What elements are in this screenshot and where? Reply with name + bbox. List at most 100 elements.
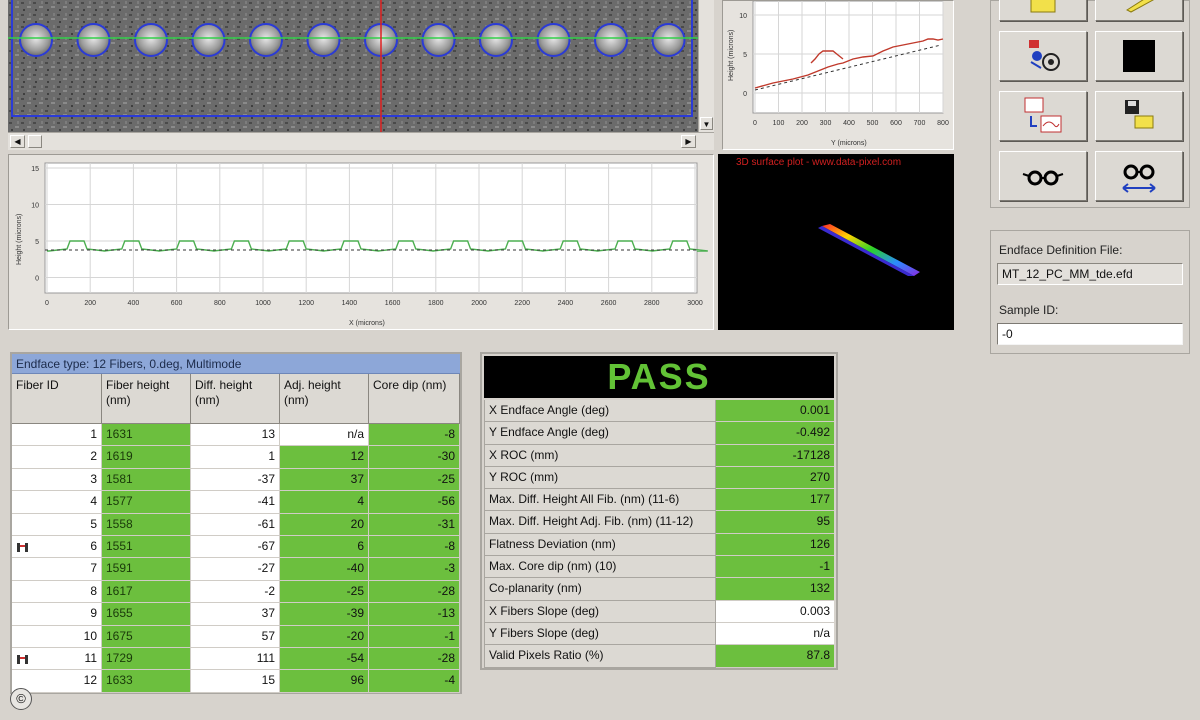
diff-height-cell: -37 [191,468,280,492]
core-dip-cell-value: -1 [444,628,455,643]
fiber-id-cell-value: 12 [83,673,97,688]
x-chart-x-tick: 2600 [601,300,617,307]
core-dip-cell: -3 [369,558,460,581]
x-chart-x-tick: 2000 [471,300,487,307]
fiber-core-marker[interactable] [19,23,53,57]
diff-height-cell: -27 [191,558,280,581]
fiber-height-cell-value: 1633 [106,673,133,688]
scroll-left-icon[interactable]: ◀ [10,135,25,148]
diff-height-cell-value: -27 [257,561,275,576]
x-chart-x-tick: 0 [45,300,49,307]
column-header-core-dip[interactable]: Core dip (nm) [369,374,460,423]
surface-plot-3d[interactable]: 3D surface plot - www.data-pixel.com [718,154,954,330]
result-row: Co-planarity (nm) 132 [484,578,834,601]
fiber-core-marker[interactable] [536,23,571,57]
camera-horizontal-scrollbar[interactable]: ◀ ▶ [8,132,714,150]
adj-height-cell: n/a [280,424,369,447]
adj-height-cell: 37 [280,468,369,492]
sample-id-label: Sample ID: [999,303,1059,317]
core-dip-cell-value: -28 [437,650,455,665]
result-label: Flatness Deviation (nm) [484,533,717,557]
table-row[interactable]: 10 1675 57 -20 -1 [12,625,460,648]
x-chart-x-tick: 2400 [558,300,574,307]
core-dip-cell-value: -31 [437,516,455,531]
x-chart-y-tick: 10 [31,203,39,210]
diff-height-cell-value: 111 [256,650,275,665]
column-header-diff-height[interactable]: Diff. height (nm) [191,374,280,423]
column-header-fiber-height[interactable]: Fiber height (nm) [102,374,191,423]
fiber-id-cell-value: 3 [90,471,97,486]
x-chart-x-tick: 600 [171,300,183,307]
table-row[interactable]: 2 1619 1 12 -30 [12,446,460,469]
fiber-height-cell-value: 1655 [106,606,133,621]
x-chart-x-tick: 1800 [428,300,444,307]
column-header-fiber-id[interactable]: Fiber ID [12,374,102,423]
y-chart-x-tick: 600 [890,120,902,127]
table-row[interactable]: 4 1577 -41 4 -56 [12,491,460,514]
x-chart-x-tick: 3000 [687,300,703,307]
results-panel: PASS X Endface Angle (deg) 0.001 Y Endface… [480,352,838,670]
core-dip-cell: -28 [369,580,460,604]
diff-height-cell: 15 [191,670,280,693]
table-row[interactable]: 6 1551 -67 6 -8 [12,535,460,559]
table-row[interactable]: 12 1633 15 96 -4 [12,670,460,693]
table-row[interactable]: 3 1581 -37 37 -25 [12,468,460,492]
color-display-button[interactable] [1095,31,1183,81]
y-chart-y-tick: 0 [743,91,747,98]
edit-button[interactable] [1095,0,1183,21]
info-panel: Endface Definition File: MT_12_PC_MM_tde… [990,230,1190,354]
fiber-core-marker[interactable] [479,23,513,57]
x-profile-plot: Height (microns) X (microns) 0 200 400 600 8… [16,162,708,327]
core-dip-cell: -25 [369,468,460,492]
compare-glasses-button[interactable] [1095,151,1183,201]
result-value: 87.8 [716,645,834,668]
fiber-core-marker[interactable] [191,23,226,57]
core-dip-cell: -13 [369,603,460,626]
fiber-id-cell: 1 [12,424,102,447]
view-glasses-button[interactable] [999,151,1087,201]
compare-plot-button[interactable] [999,91,1087,141]
table-row[interactable]: 7 1591 -27 -40 -3 [12,558,460,581]
endface-definition-field[interactable]: MT_12_PC_MM_tde.efd [997,263,1183,285]
table-row[interactable]: 8 1617 -2 -25 -28 [12,580,460,604]
sample-id-input[interactable]: -0 [997,323,1183,345]
table-row[interactable]: 5 1558 -61 20 -31 [12,513,460,536]
fiber-core-marker[interactable] [249,23,283,57]
scroll-thumb[interactable] [28,135,42,148]
adj-height-cell: -54 [280,647,369,671]
table-row[interactable]: 11 1729 111 -54 -28 [12,647,460,671]
core-dip-cell: -30 [369,446,460,469]
fiber-height-cell: 1591 [102,558,191,581]
core-dip-cell: -31 [369,513,460,536]
table-row[interactable]: 9 1655 37 -39 -13 [12,603,460,626]
column-header-adj-height[interactable]: Adj. height (nm) [280,374,369,423]
fiber-core-marker[interactable] [651,23,686,57]
adj-height-cell: -20 [280,625,369,648]
diff-height-cell: 1 [191,446,280,469]
open-folder-button[interactable] [999,0,1087,21]
fiber-core-marker[interactable] [594,23,628,57]
diff-height-cell-value: -2 [264,583,275,598]
measure-settings-button[interactable] [999,31,1087,81]
fiber-height-cell: 1633 [102,670,191,693]
fiber-height-cell-value: 1619 [106,449,133,464]
fiber-core-marker[interactable] [421,23,456,57]
camera-vertical-scrollbar[interactable]: ▼ [698,0,714,132]
fiber-core-marker[interactable] [306,23,341,57]
save-open-button[interactable] [1095,91,1183,141]
fiber-core-marker[interactable] [76,23,111,57]
y-chart-x-tick: 400 [843,120,855,127]
fiber-height-cell: 1617 [102,580,191,604]
adj-height-cell-value: 20 [350,516,364,531]
endface-camera-view[interactable] [8,0,698,132]
table-row[interactable]: 1 1631 13 n/a -8 [12,424,460,447]
fiber-core-marker[interactable] [134,23,168,57]
y-profile-ylabel: Height (microns) [728,30,735,81]
fiber-id-cell: 8 [12,580,102,604]
result-row: X Endface Angle (deg) 0.001 [484,400,834,423]
folder-icon [1030,0,1056,13]
fiber-id-cell-value: 8 [90,583,97,598]
scroll-right-icon[interactable]: ▶ [681,135,696,148]
adj-height-cell: -39 [280,603,369,626]
scroll-down-icon[interactable]: ▼ [700,117,713,130]
